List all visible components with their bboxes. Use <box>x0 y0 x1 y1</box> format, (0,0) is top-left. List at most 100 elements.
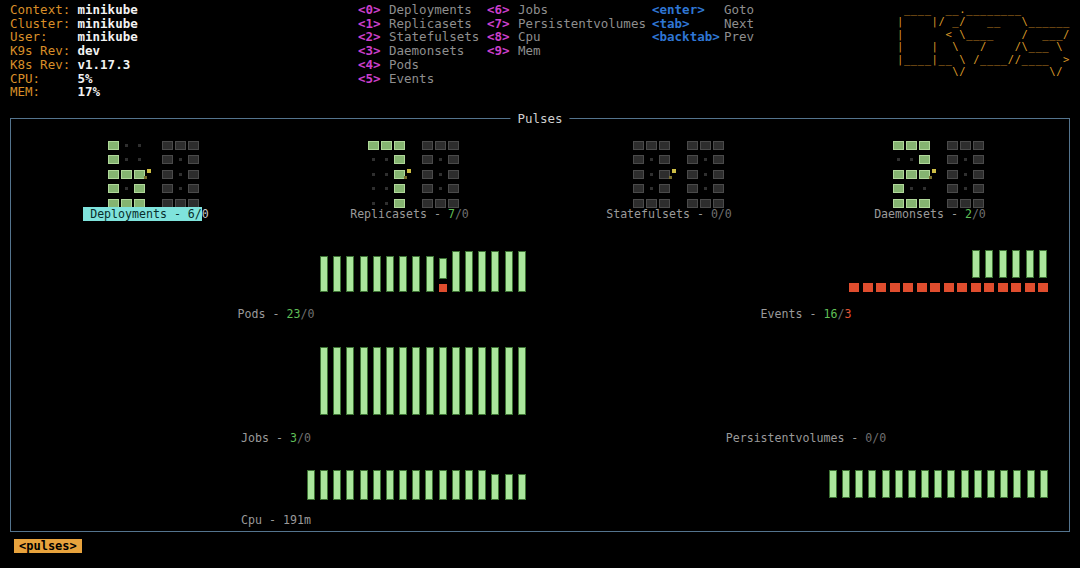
jobs-bar-chart[interactable] <box>320 347 526 415</box>
matrix-block <box>947 184 958 193</box>
ok-bar <box>505 251 513 292</box>
bar-sample <box>373 251 381 292</box>
matrix-block <box>659 184 670 193</box>
matrix-dot <box>435 170 446 179</box>
ok-bar <box>491 474 499 500</box>
digit-0 <box>947 141 984 208</box>
cpu-label[interactable]: Cpu - 191m <box>76 512 476 528</box>
ok-bar <box>518 474 526 500</box>
ok-bar <box>439 470 447 500</box>
matrix-dot <box>960 170 971 179</box>
menu-item-replicasets[interactable]: <1>Replicasets <box>358 17 479 31</box>
daemonsets-label[interactable]: Daemonsets - 2/0 <box>730 206 1080 222</box>
matrix-dot <box>960 184 971 193</box>
deployments-digit-chart[interactable] <box>108 141 200 208</box>
error-bar <box>903 283 913 292</box>
matrix-dot <box>700 170 711 179</box>
error-bar <box>876 283 886 292</box>
label-segment: 16 <box>823 307 837 321</box>
ok-bar <box>399 347 407 415</box>
matrix-block <box>713 141 724 150</box>
menu-item-events[interactable]: <5>Events <box>358 72 479 86</box>
ok-bar <box>307 470 315 500</box>
ok-bar <box>985 250 993 278</box>
statefulsets-digit-chart[interactable] <box>633 141 725 208</box>
ok-bar <box>452 347 460 415</box>
bar-sample <box>399 347 407 415</box>
bar-sample <box>505 347 513 415</box>
replicasets-digit-chart[interactable] <box>368 141 460 208</box>
bar-sample <box>465 470 473 500</box>
mem-bar-chart[interactable] <box>829 470 1048 498</box>
menu-item-goto[interactable]: <enter>Goto <box>652 3 754 17</box>
matrix-block <box>633 184 644 193</box>
ok-bar <box>518 251 526 292</box>
error-bar <box>971 283 981 292</box>
menu-label: Mem <box>518 43 541 58</box>
bar-sample <box>890 250 900 292</box>
digit-separator <box>670 141 687 208</box>
matrix-block <box>381 141 392 150</box>
matrix-block <box>973 155 984 164</box>
info-value: 17% <box>78 84 101 99</box>
matrix-dot <box>368 184 379 193</box>
ok-bar <box>1013 470 1021 498</box>
bar-sample <box>320 251 328 292</box>
menu-item-prev[interactable]: <backtab>Prev <box>652 30 754 44</box>
matrix-block <box>919 155 930 164</box>
menu-item-daemonsets[interactable]: <3>Daemonsets <box>358 44 479 58</box>
menu-item-next[interactable]: <tab>Next <box>652 17 754 31</box>
matrix-block <box>422 141 433 150</box>
menu-item-persistentvolumes[interactable]: <7>Persistentvolumes <box>487 17 646 31</box>
ok-bar <box>961 470 969 498</box>
menu-item-pods[interactable]: <4>Pods <box>358 58 479 72</box>
bar-sample <box>984 250 994 292</box>
cpu-bar-chart[interactable] <box>307 470 526 500</box>
info-label: K9s Rev: <box>10 44 78 58</box>
persistentvolumes-label[interactable]: Persistentvolumes - 0/0 <box>606 430 1006 446</box>
jobs-label[interactable]: Jobs - 3/0 <box>76 430 476 446</box>
ok-bar <box>1027 470 1035 498</box>
ok-bar <box>1039 250 1047 278</box>
matrix-block <box>960 141 971 150</box>
cluster-info-row: CPU:5% <box>10 72 138 86</box>
bar-sample <box>333 347 341 415</box>
bar-sample <box>863 250 873 292</box>
menu-item-statefulsets[interactable]: <2>Statefulsets <box>358 30 479 44</box>
ok-bar <box>1012 250 1020 278</box>
bar-sample <box>855 470 863 498</box>
daemonsets-digit-chart[interactable] <box>893 141 985 208</box>
events-label[interactable]: Events - 16/3 <box>606 306 1006 322</box>
matrix-block <box>633 170 644 179</box>
bar-sample <box>399 470 407 500</box>
ok-bar <box>465 347 473 415</box>
label-segment: 7 <box>448 207 455 221</box>
matrix-block <box>713 170 724 179</box>
matrix-dot <box>121 184 132 193</box>
ok-bar <box>360 470 368 500</box>
bar-sample <box>386 251 394 292</box>
menu-key: <4> <box>358 58 389 72</box>
ok-bar <box>491 347 499 415</box>
pods-bar-chart[interactable] <box>320 251 526 292</box>
menu-item-jobs[interactable]: <6>Jobs <box>487 3 646 17</box>
menu-item-cpu[interactable]: <8>Cpu <box>487 30 646 44</box>
bar-sample <box>882 470 890 498</box>
pulses-crumb[interactable]: <pulses> <box>14 539 82 553</box>
label-segment: 2 <box>965 207 972 221</box>
matrix-block <box>947 141 958 150</box>
events-bar-chart[interactable] <box>849 250 1048 292</box>
matrix-dot <box>646 155 657 164</box>
digit-0 <box>633 141 670 208</box>
menu-item-deployments[interactable]: <0>Deployments <box>358 3 479 17</box>
ok-bar <box>987 470 995 498</box>
menu-key: <7> <box>487 17 518 31</box>
ok-bar <box>333 256 341 292</box>
error-bar <box>890 283 900 292</box>
bar-sample <box>934 470 942 498</box>
menu-item-mem[interactable]: <9>Mem <box>487 44 646 58</box>
bar-sample <box>346 347 354 415</box>
matrix-block <box>175 141 186 150</box>
pods-label[interactable]: Pods - 23/0 <box>76 306 476 322</box>
matrix-dot <box>175 184 186 193</box>
